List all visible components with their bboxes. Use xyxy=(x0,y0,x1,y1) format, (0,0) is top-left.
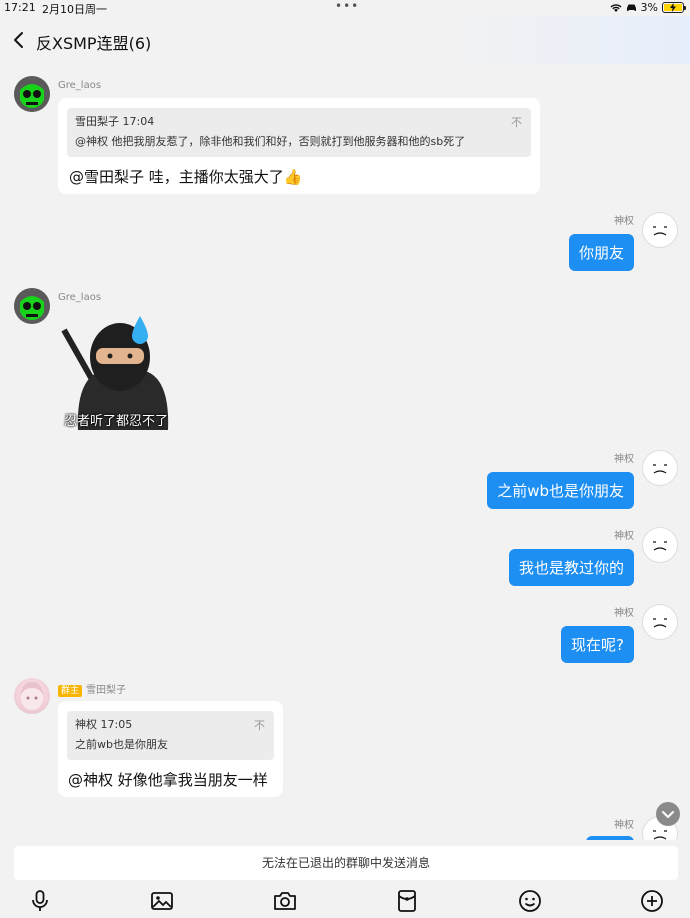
message-bubble[interactable]: 神权 17:05 之前wb也是你朋友 不 @神权 好像他拿我当朋友一样 xyxy=(58,701,283,797)
message-list[interactable]: Gre_laos 雪田梨子 17:04 @神权 他把我朋友惹了，除非他和我们和好… xyxy=(0,64,690,840)
status-bar: 17:21 2月10日周一 ••• 3% xyxy=(0,0,690,16)
skull-icon xyxy=(14,76,50,112)
image-icon[interactable] xyxy=(149,888,175,914)
status-time: 17:21 xyxy=(4,1,36,14)
chevron-down-icon xyxy=(662,811,674,818)
quote-header: 神权 17:05 xyxy=(75,718,133,731)
sender-name: 神权 xyxy=(614,608,634,619)
avatar[interactable] xyxy=(642,604,678,640)
sender-name: 神权 xyxy=(614,531,634,542)
message-text: @雪田梨子 哇，主播你太强大了👍 xyxy=(69,168,303,186)
meh-face-icon xyxy=(653,464,667,474)
scroll-to-bottom-button[interactable] xyxy=(656,802,680,826)
sender-name: Gre_laos xyxy=(58,80,102,91)
collapse-quote-icon[interactable]: 不 xyxy=(254,717,265,733)
sender-name: 神权 xyxy=(614,216,634,227)
skull-icon xyxy=(14,288,50,324)
avatar[interactable] xyxy=(14,678,50,714)
microphone-icon[interactable] xyxy=(27,888,53,914)
sender-name: 神权 xyxy=(614,454,634,465)
battery-percent: 3% xyxy=(640,1,658,14)
back-icon[interactable] xyxy=(12,30,26,50)
message-bubble[interactable]: 雪田梨子 17:04 @神权 他把我朋友惹了，除非他和我们和好，否则就打到他服务… xyxy=(58,98,540,194)
exited-group-notice: 无法在已退出的群聊中发送消息 xyxy=(14,846,678,880)
quote-text: 之前wb也是你朋友 xyxy=(75,738,168,751)
car-icon xyxy=(626,4,636,11)
owner-badge: 群主 xyxy=(58,685,83,697)
quoted-message[interactable]: 神权 17:05 之前wb也是你朋友 不 xyxy=(67,711,274,760)
avatar[interactable] xyxy=(14,288,50,324)
status-right: 3% xyxy=(610,1,686,14)
wifi-icon xyxy=(610,3,622,12)
message-bubble[interactable]: 现在呢? xyxy=(561,626,634,663)
red-packet-icon[interactable] xyxy=(394,888,420,914)
sender-name: 雪田梨子 xyxy=(86,685,127,696)
sender-name: Gre_laos xyxy=(58,292,102,303)
message-text: 现在呢? xyxy=(571,636,624,654)
camera-icon[interactable] xyxy=(272,888,298,914)
quote-header: 雪田梨子 17:04 xyxy=(75,115,155,128)
multitask-dots-icon[interactable]: ••• xyxy=(335,0,359,13)
message-bubble[interactable] xyxy=(586,836,634,840)
message-bubble[interactable]: 你朋友 xyxy=(568,234,634,271)
avatar[interactable] xyxy=(642,212,678,248)
anime-girl-avatar-icon xyxy=(20,682,44,710)
sticker-caption: 忍者听了都忍不了 xyxy=(64,414,169,429)
message-bubble[interactable]: 我也是教过你的 xyxy=(508,549,634,586)
message-text: 我也是教过你的 xyxy=(518,559,624,577)
message-bubble[interactable]: 之前wb也是你朋友 xyxy=(487,472,634,509)
sender-line: 群主 雪田梨子 xyxy=(58,681,126,697)
input-toolbar xyxy=(0,884,690,918)
meh-face-icon xyxy=(653,541,667,551)
message-text: @神权 好像他拿我当朋友一样 xyxy=(68,771,268,789)
meh-face-icon xyxy=(653,618,667,628)
page-title: 反XSMP连盟(6) xyxy=(36,34,152,53)
quote-text: @神权 他把我朋友惹了，除非他和我们和好，否则就打到他服务器和他的sb死了 xyxy=(75,135,466,148)
message-text: 你朋友 xyxy=(578,244,624,262)
quoted-message[interactable]: 雪田梨子 17:04 @神权 他把我朋友惹了，除非他和我们和好，否则就打到他服务… xyxy=(67,108,531,157)
ninja-sticker[interactable]: 忍者听了都忍不了 xyxy=(58,312,180,430)
avatar[interactable] xyxy=(642,527,678,563)
chat-header: 反XSMP连盟(6) xyxy=(0,16,690,64)
sender-name: 神权 xyxy=(614,820,634,831)
collapse-quote-icon[interactable]: 不 xyxy=(511,114,522,130)
emoji-icon[interactable] xyxy=(517,888,543,914)
message-text: 之前wb也是你朋友 xyxy=(497,482,624,500)
meh-face-icon xyxy=(653,226,667,236)
plus-icon[interactable] xyxy=(639,888,665,914)
avatar[interactable] xyxy=(14,76,50,112)
avatar[interactable] xyxy=(642,450,678,486)
status-date: 2月10日周一 xyxy=(42,3,107,16)
battery-icon xyxy=(662,2,686,13)
